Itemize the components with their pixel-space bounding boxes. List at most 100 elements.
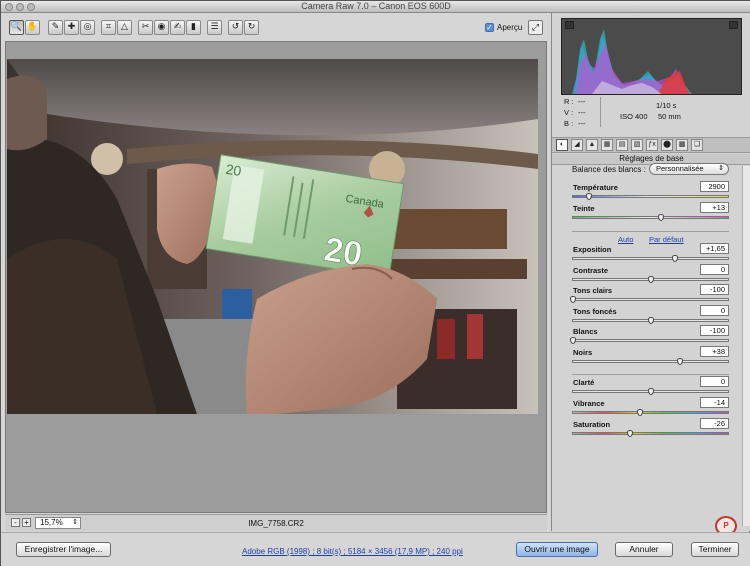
- slider-track[interactable]: [572, 388, 729, 395]
- workflow-options-link[interactable]: Adobe RGB (1998) ; 8 bit(s) ; 5184 × 345…: [242, 547, 463, 556]
- bottom-bar: Enregistrer l'image... Adobe RGB (1998) …: [1, 532, 750, 566]
- slider-label: Noirs: [573, 348, 593, 357]
- slider-thumb[interactable]: [647, 388, 654, 395]
- red-eye-icon[interactable]: ◉: [154, 20, 169, 35]
- slider-thumb[interactable]: [658, 214, 665, 221]
- straighten-icon[interactable]: △: [117, 20, 132, 35]
- slider-thumb[interactable]: [647, 276, 654, 283]
- tab-presets[interactable]: ▩: [676, 139, 688, 151]
- slider-value-field[interactable]: 0: [700, 264, 729, 275]
- slider-thumb[interactable]: [647, 317, 654, 324]
- photo-image: Canada 20 20: [7, 59, 538, 414]
- hand-icon[interactable]: ✋: [25, 20, 40, 35]
- tab-effects[interactable]: ƒx: [646, 139, 658, 151]
- filename-label: IMG_7758.CR2: [248, 519, 304, 528]
- v-label: V :: [564, 108, 574, 117]
- slider-track[interactable]: [572, 430, 729, 437]
- tab-basic[interactable]: ◐: [556, 139, 568, 151]
- tab-camera-calibration[interactable]: ⬤: [661, 139, 673, 151]
- slider-track[interactable]: [570, 337, 729, 344]
- slider-label: Teinte: [573, 204, 595, 213]
- slider-value-field[interactable]: -14: [700, 397, 729, 408]
- panel-scrollbar[interactable]: [742, 166, 750, 526]
- slider-track[interactable]: [572, 409, 729, 416]
- tab-snapshots[interactable]: ❏: [691, 139, 703, 151]
- slider-value-field[interactable]: 2900: [700, 181, 729, 192]
- slider-thumb[interactable]: [672, 255, 679, 262]
- close-window-icon[interactable]: [5, 3, 13, 11]
- tab-split-toning[interactable]: ▤: [616, 139, 628, 151]
- photo-preview[interactable]: Canada 20 20: [7, 59, 538, 414]
- tool-bar: 🔍 ✋ ✎ ✚ ◎ ⌗ △ ✂ ◉ ✍ ▮ ☰ ↺ ↻: [5, 18, 547, 40]
- separator: [572, 231, 729, 232]
- b-label: B :: [564, 119, 574, 128]
- slider-label: Clarté: [573, 378, 595, 387]
- slider-value-field[interactable]: 0: [700, 376, 729, 387]
- preferences-icon[interactable]: ☰: [207, 20, 222, 35]
- slider-track[interactable]: [572, 255, 729, 262]
- status-bar: - + 15,7% ⇕ IMG_7758.CR2: [5, 514, 547, 531]
- white-balance-select[interactable]: Personnalisée ⇕: [649, 163, 729, 175]
- chevron-down-icon: ⇕: [718, 165, 724, 172]
- minimize-window-icon[interactable]: [16, 3, 24, 11]
- preview-checkbox[interactable]: ✓: [485, 23, 494, 32]
- slider-value-field[interactable]: +38: [700, 346, 729, 357]
- slider-label: Contraste: [573, 266, 609, 275]
- rotate-right-icon[interactable]: ↻: [244, 20, 259, 35]
- slider-thumb[interactable]: [627, 430, 634, 437]
- graduated-filter-icon[interactable]: ▮: [186, 20, 201, 35]
- panel-tabs: ◐ ◢ ▲ ▦ ▤ ▧ ƒx ⬤ ▩ ❏: [552, 137, 750, 153]
- white-balance-icon[interactable]: ✎: [48, 20, 63, 35]
- white-balance-value: Personnalisée: [656, 164, 704, 173]
- targeted-adjustment-icon[interactable]: ◎: [80, 20, 95, 35]
- slider-thumb[interactable]: [570, 337, 576, 344]
- default-link[interactable]: Par défaut: [649, 235, 684, 244]
- slider-value-field[interactable]: -100: [700, 325, 729, 336]
- slider-track[interactable]: [572, 317, 729, 324]
- slider-value-field[interactable]: +1,65: [700, 243, 729, 254]
- slider-label: Exposition: [573, 245, 612, 254]
- r-value: ---: [578, 97, 586, 106]
- rotate-left-icon[interactable]: ↺: [228, 20, 243, 35]
- crop-icon[interactable]: ⌗: [101, 20, 116, 35]
- histogram-graph: [572, 29, 692, 94]
- adjustment-brush-icon[interactable]: ✍: [170, 20, 185, 35]
- slider-value-field[interactable]: -26: [700, 418, 729, 429]
- slider-label: Température: [573, 183, 618, 192]
- slider-value-field[interactable]: +13: [700, 202, 729, 213]
- slider-track[interactable]: [570, 296, 729, 303]
- zoom-icon[interactable]: 🔍: [9, 20, 24, 35]
- slider-track[interactable]: [572, 358, 729, 365]
- slider-thumb[interactable]: [570, 296, 576, 303]
- zoom-window-icon[interactable]: [27, 3, 35, 11]
- slider-track[interactable]: [572, 276, 729, 283]
- slider-label: Saturation: [573, 420, 611, 429]
- white-balance-label: Balance des blancs :: [572, 165, 646, 174]
- b-value: ---: [578, 119, 586, 128]
- window-title: Camera Raw 7.0 – Canon EOS 600D: [301, 1, 451, 11]
- open-image-button[interactable]: Ouvrir une image: [516, 542, 598, 557]
- tab-hsl[interactable]: ▦: [601, 139, 613, 151]
- slider-thumb[interactable]: [636, 409, 643, 416]
- save-image-button[interactable]: Enregistrer l'image...: [16, 542, 111, 557]
- slider-value-field[interactable]: -100: [700, 284, 729, 295]
- rgb-readout: R : --- V : --- B : --- 1/10 s ISO 400 5…: [552, 95, 750, 135]
- slider-value-field[interactable]: 0: [700, 305, 729, 316]
- spot-removal-icon[interactable]: ✂: [138, 20, 153, 35]
- iso-value: ISO 400: [620, 112, 648, 121]
- tab-lens-corrections[interactable]: ▧: [631, 139, 643, 151]
- slider-thumb[interactable]: [585, 193, 592, 200]
- tab-tone-curve[interactable]: ◢: [571, 139, 583, 151]
- preview-label: Aperçu: [497, 23, 523, 32]
- tab-detail[interactable]: ▲: [586, 139, 598, 151]
- done-button[interactable]: Terminer: [691, 542, 739, 557]
- separator: [572, 374, 729, 375]
- slider-track[interactable]: [572, 214, 729, 221]
- fullscreen-button[interactable]: ⤢: [528, 20, 543, 35]
- v-value: ---: [578, 108, 586, 117]
- slider-track[interactable]: [572, 193, 729, 200]
- auto-link[interactable]: Auto: [618, 235, 633, 244]
- cancel-button[interactable]: Annuler: [615, 542, 673, 557]
- slider-thumb[interactable]: [676, 358, 683, 365]
- color-sampler-icon[interactable]: ✚: [64, 20, 79, 35]
